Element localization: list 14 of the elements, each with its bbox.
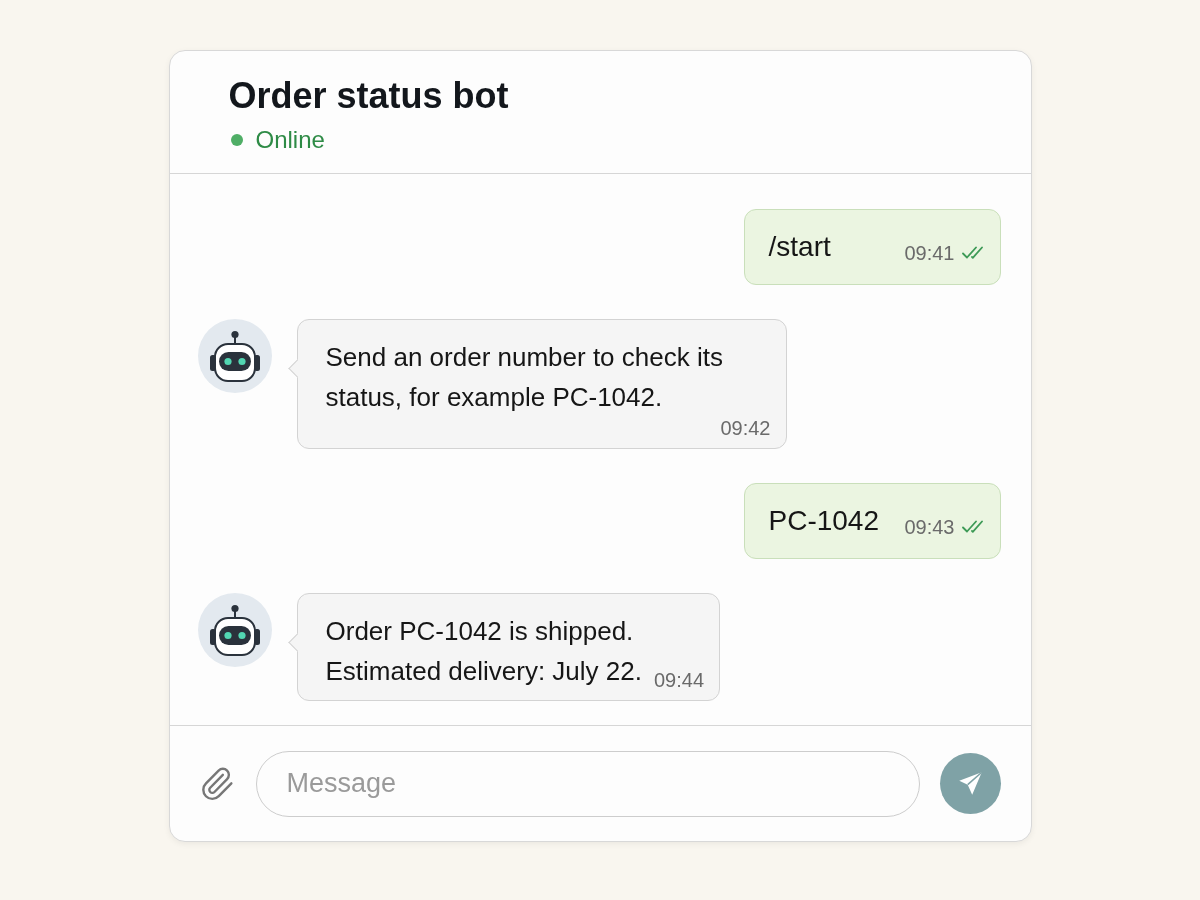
message-input[interactable]: Message [255,750,920,817]
message-time: 09:43 [904,516,955,538]
message-time: 09:44 [653,669,705,691]
message-text: Send an order number to check its status, for example PC-1042. [325,341,724,414]
message-text: /start [768,230,831,264]
status-text: Online [255,125,325,155]
robot-avatar-icon [197,593,272,667]
chat-title: Order status bot [228,75,509,117]
message-text: PC-1042 [768,504,879,538]
message-text: Order PC-1042 is shipped. Estimated delivery: July 22. [325,615,642,688]
send-button[interactable] [939,753,1001,814]
robot-avatar-icon [197,319,272,393]
message-time: 09:42 [720,417,771,439]
message-time: 09:41 [904,242,955,264]
